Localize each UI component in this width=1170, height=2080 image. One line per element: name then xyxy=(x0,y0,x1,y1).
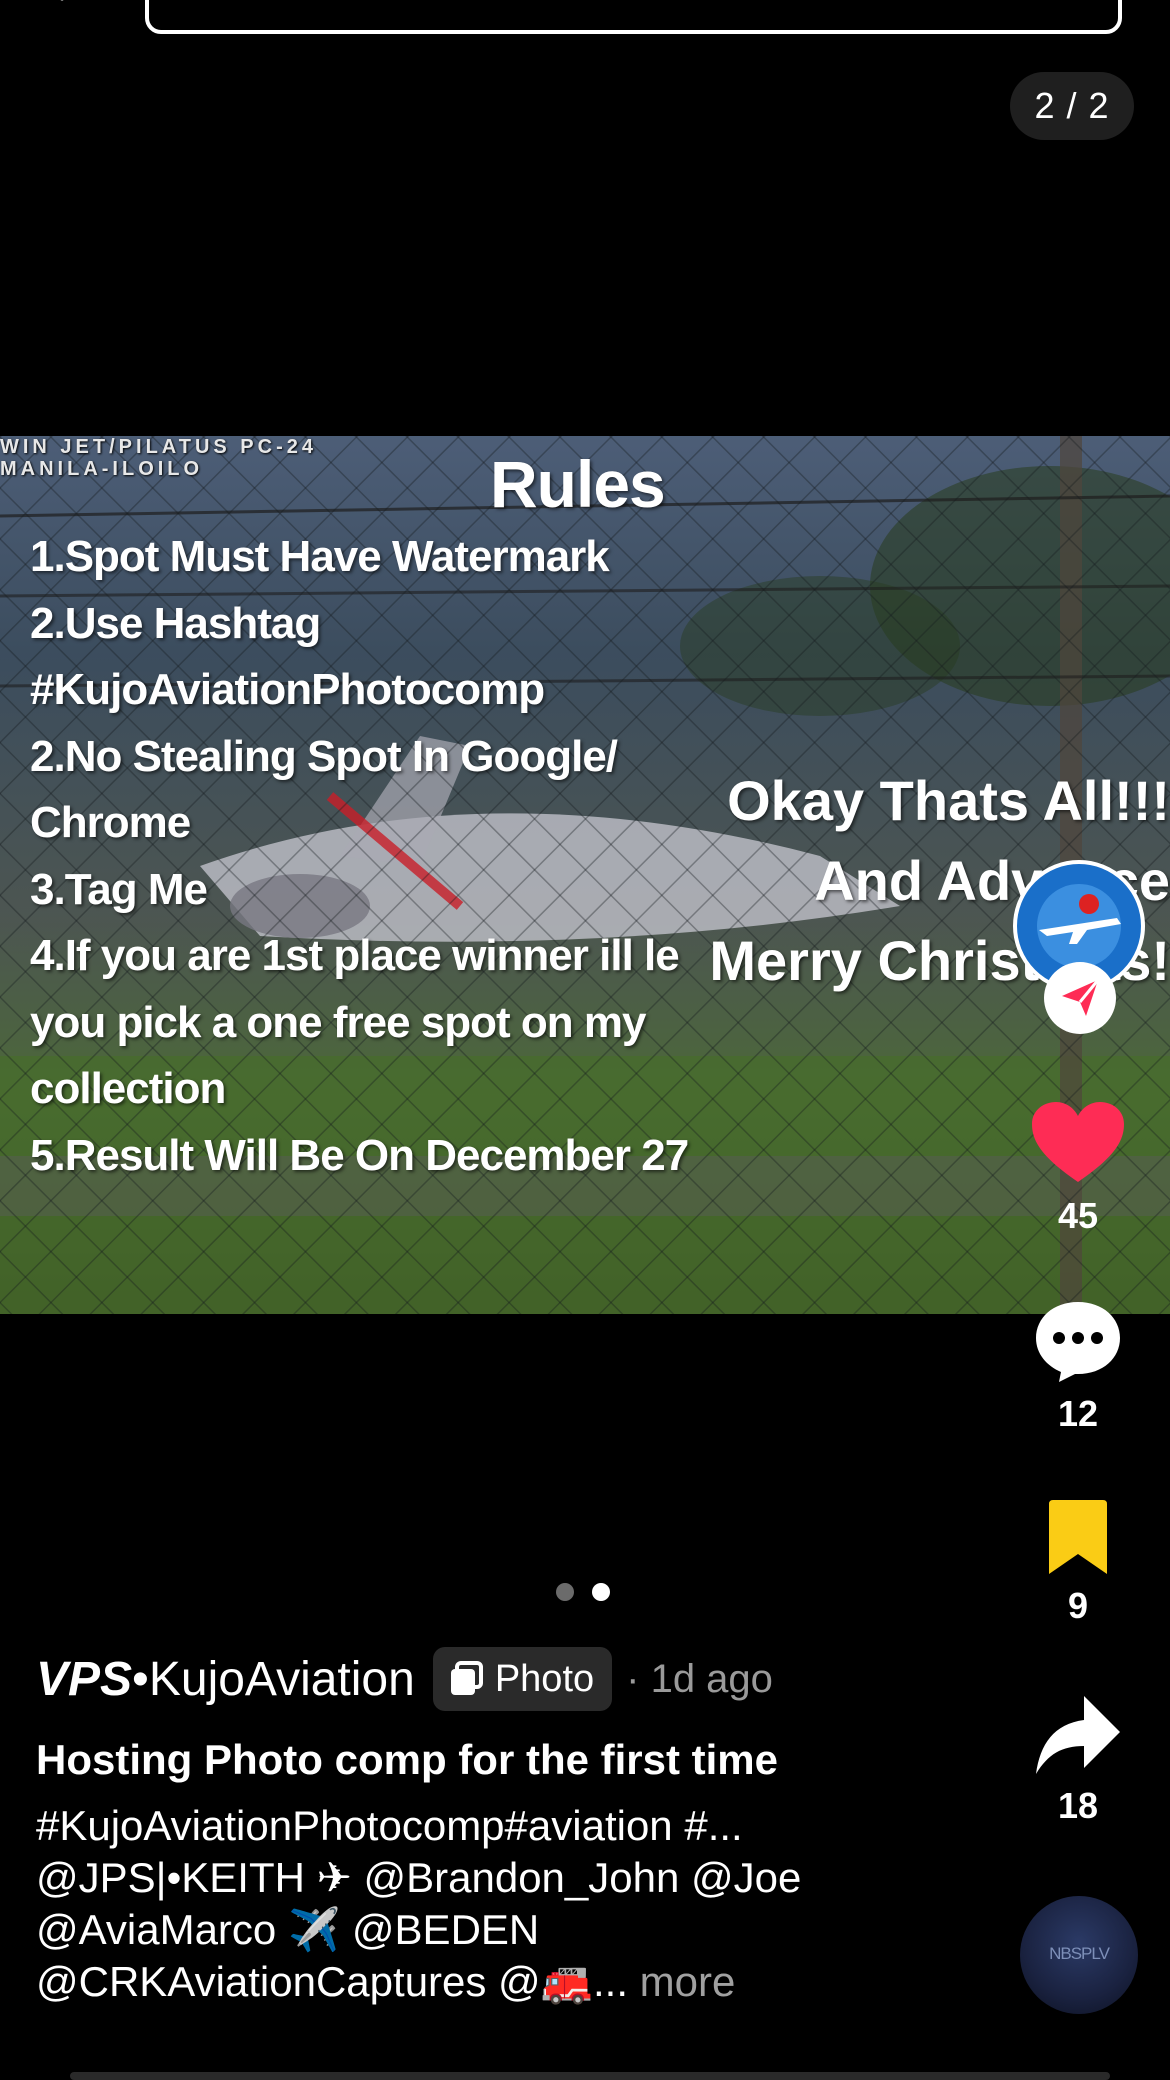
search-input[interactable] xyxy=(145,0,1122,34)
carousel-indicator xyxy=(556,1583,610,1601)
carousel-dot[interactable] xyxy=(556,1583,574,1601)
caption-line: MANILA-ILOILO xyxy=(0,458,204,480)
rule-line: you pick a one free spot on my xyxy=(30,997,646,1047)
rule-line: 1.Spot Must Have Watermark xyxy=(30,532,610,581)
rules-title: Rules xyxy=(490,447,666,521)
bottom-progress-bar xyxy=(70,2072,1110,2080)
music-disc[interactable]: NBSPLV xyxy=(1020,1896,1138,2014)
caption-line: @CRKAviationCaptures @🚒... more xyxy=(36,1956,801,2008)
post-title: Hosting Photo comp for the first time xyxy=(36,1736,778,1783)
more-link[interactable]: more xyxy=(640,1958,736,2005)
post-photo[interactable]: WIN JET/PILATUS PC-24 MANILA-ILOILO Rule… xyxy=(0,436,1170,1314)
photo-corner-caption: WIN JET/PILATUS PC-24 MANILA-ILOILO xyxy=(0,436,317,480)
share-button[interactable]: 18 xyxy=(1008,1694,1148,1827)
author-handle: •KujoAviation xyxy=(132,1652,415,1706)
follow-icon xyxy=(1062,979,1100,1016)
comment-button[interactable]: 12 xyxy=(1008,1298,1148,1435)
save-button[interactable]: 9 xyxy=(1008,1500,1148,1627)
closing-line: Okay Thats All!!! xyxy=(727,769,1170,832)
author-prefix: VPS xyxy=(36,1652,133,1706)
follow-button[interactable] xyxy=(1044,962,1116,1034)
search-icon xyxy=(197,0,237,2)
bookmark-icon xyxy=(1049,1500,1107,1574)
rule-line: #KujoAviationPhotocomp xyxy=(30,665,545,714)
caption-line-text: @CRKAviationCaptures @🚒... xyxy=(36,1958,628,2005)
caption-line: @JPS|•KEITH ✈ @Brandon_John @Joe xyxy=(36,1854,802,1901)
back-button[interactable] xyxy=(48,0,88,18)
post-time: · 1d ago xyxy=(626,1656,773,1701)
rule-line: 5.Result Will Be On December 27 xyxy=(30,1130,689,1180)
post-caption[interactable]: #KujoAviationPhotocomp#aviation #... @JP… xyxy=(36,1800,801,2008)
rule-line: Chrome xyxy=(30,798,191,847)
photo-type-label: Photo xyxy=(494,1657,595,1700)
heart-icon xyxy=(1032,1102,1124,1182)
carousel-dot-active[interactable] xyxy=(592,1583,610,1601)
rule-line: 4.If you are 1st place winner ill le xyxy=(30,931,680,980)
caption-line: WIN JET/PILATUS PC-24 xyxy=(0,436,317,458)
caption-line: @AviaMarco ✈️ @BEDEN xyxy=(36,1906,540,1953)
photo-type-tag: Photo xyxy=(432,1647,613,1711)
comment-icon xyxy=(1036,1302,1120,1382)
like-count: 45 xyxy=(1057,1195,1099,1236)
caption-line: #KujoAviationPhotocomp#aviation #... xyxy=(36,1802,743,1849)
rules-list: 1.Spot Must Have Watermark 2.Use Hashtag… xyxy=(30,524,689,1189)
rule-line: 2.Use Hashtag xyxy=(30,598,321,648)
back-icon xyxy=(60,0,64,1)
rule-line: 3.Tag Me xyxy=(30,864,208,914)
photo-icon xyxy=(450,1661,483,1695)
rule-line: collection xyxy=(30,1064,226,1113)
author-name[interactable]: VPS•KujoAviation xyxy=(36,1652,415,1707)
share-icon xyxy=(1036,1696,1120,1774)
like-button[interactable]: 45 xyxy=(1008,1100,1148,1237)
music-label: NBSPLV xyxy=(1049,1944,1110,1963)
share-count: 18 xyxy=(1057,1785,1099,1826)
post-meta: VPS•KujoAviation Photo · 1d ago xyxy=(36,1646,773,1712)
top-bar xyxy=(0,0,1170,40)
rule-line: 2.No Stealing Spot In Google/ xyxy=(30,731,618,781)
comment-count: 12 xyxy=(1057,1393,1099,1434)
save-count: 9 xyxy=(1067,1585,1089,1626)
image-counter: 2 / 2 xyxy=(1010,72,1134,140)
